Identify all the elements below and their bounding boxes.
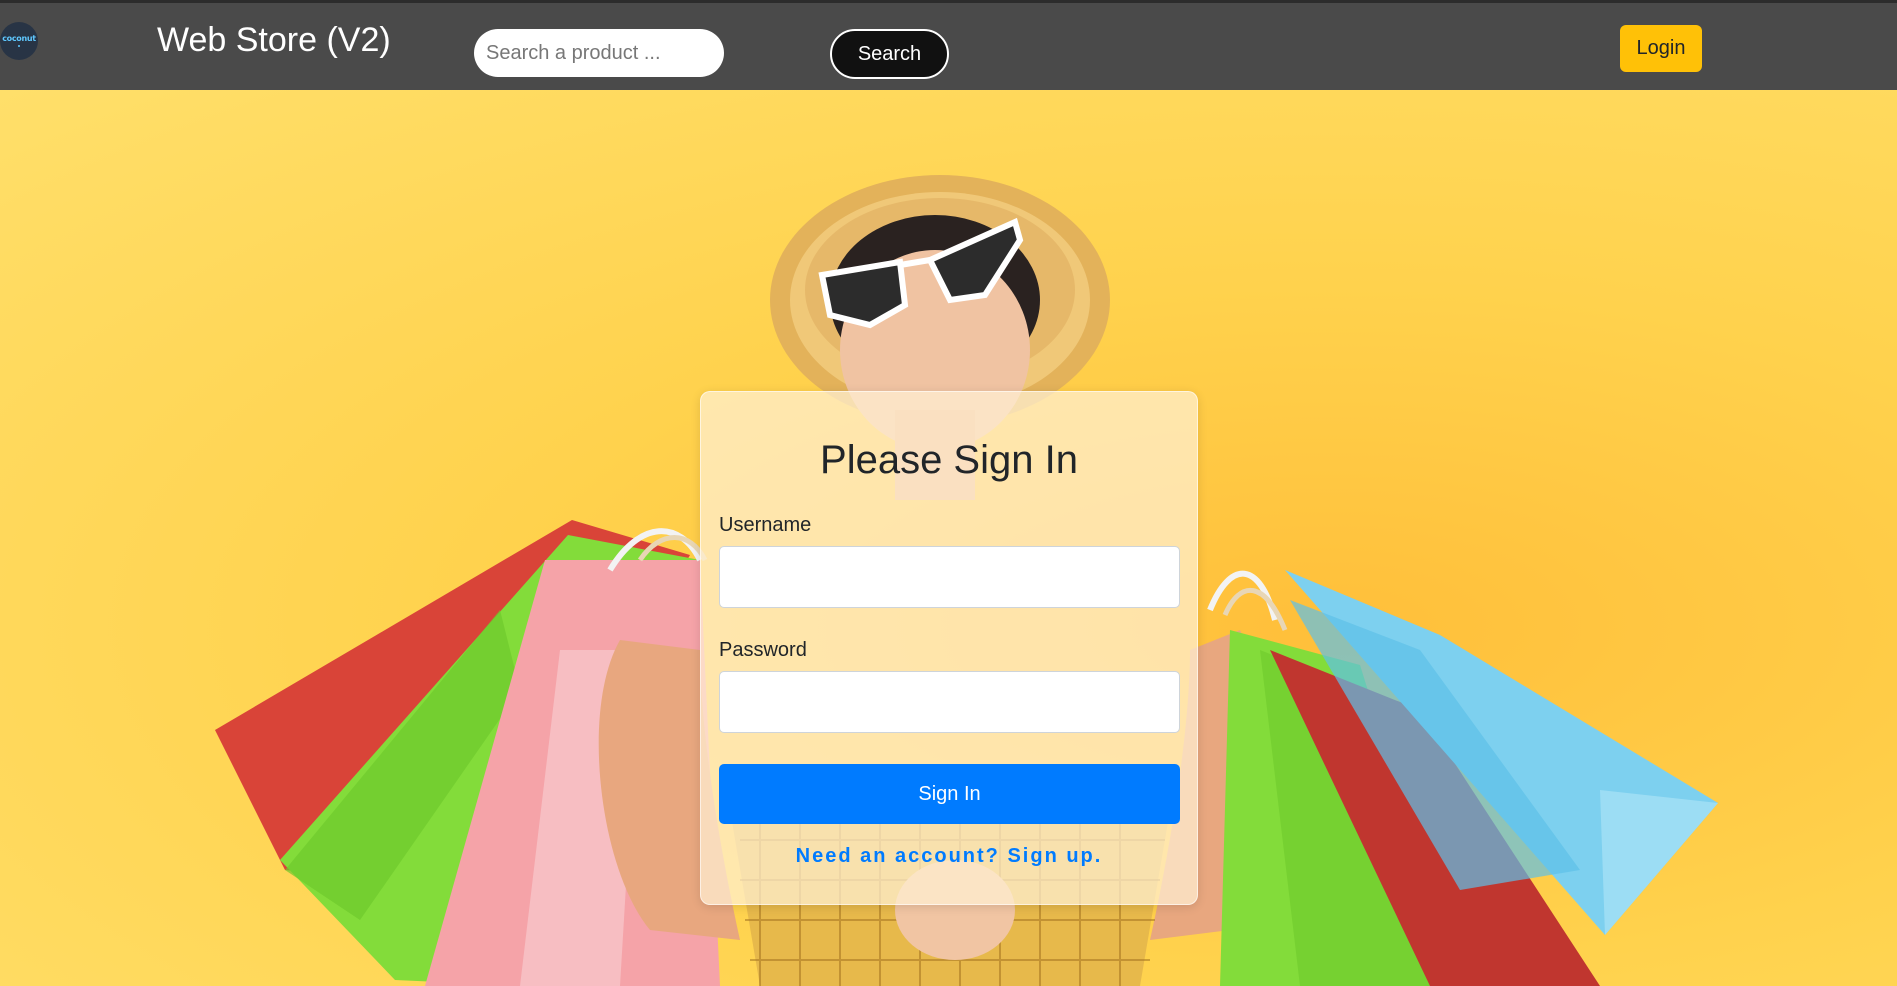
search-input[interactable]	[474, 29, 724, 77]
coconut-logo[interactable]: coconut	[0, 22, 38, 60]
username-label: Username	[719, 514, 812, 536]
username-field[interactable]	[719, 546, 1180, 608]
signup-link[interactable]: Need an account? Sign up.	[701, 845, 1197, 868]
navbar: coconut Web Store (V2) Search Login	[0, 3, 1897, 90]
signin-card: Please Sign In Username Password Sign In…	[700, 391, 1198, 905]
login-button[interactable]: Login	[1620, 25, 1702, 72]
password-label: Password	[719, 639, 807, 661]
hero-background: Please Sign In Username Password Sign In…	[0, 90, 1897, 986]
logo-dot	[18, 45, 20, 47]
search-button[interactable]: Search	[830, 29, 949, 79]
brand-title[interactable]: Web Store (V2)	[157, 21, 391, 60]
sign-in-button[interactable]: Sign In	[719, 764, 1180, 824]
signin-title: Please Sign In	[820, 438, 1078, 482]
password-field[interactable]	[719, 671, 1180, 733]
logo-text: coconut	[2, 34, 36, 43]
